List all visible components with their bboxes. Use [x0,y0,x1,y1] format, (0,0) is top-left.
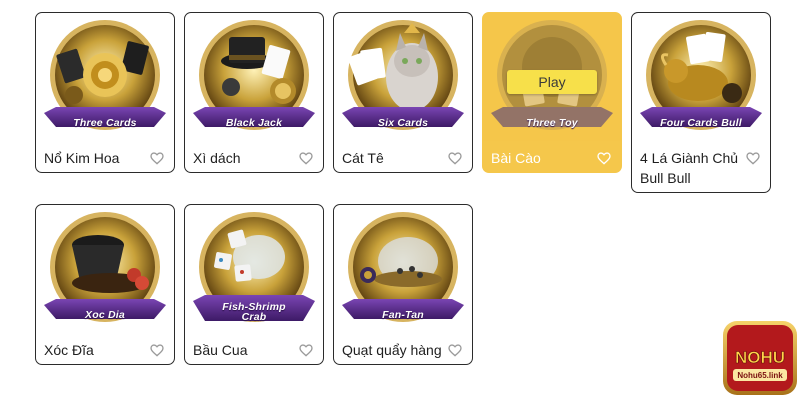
heart-outline-icon[interactable] [149,150,165,166]
game-thumbnail: Fish-Shrimp Crab [185,205,323,333]
game-thumbnail: Three Toy Play [483,13,621,141]
game-thumbnail: Xoc Dia [36,205,174,333]
game-ribbon-label: Four Cards Bull [660,117,742,129]
game-ribbon-label: Xoc Dia [85,309,125,321]
heart-outline-icon[interactable] [447,150,463,166]
logo-domain-text: Nohu65.link [737,371,783,380]
game-ribbon-label: Fan-Tan [382,309,424,321]
game-thumbnail: Six Cards [334,13,472,141]
game-title: Bài Cào [491,150,541,166]
game-ribbon-label: Three Toy [526,117,578,129]
game-thumbnail: Black Jack [185,13,323,141]
game-ribbon-label: Fish-Shrimp Crab [185,302,323,323]
game-card-fan-tan[interactable]: Fan-Tan Quạt quẩy hàng [333,204,473,365]
game-card-six-cards[interactable]: Six Cards Cát Tê [333,12,473,173]
brand-logo: NOHU Nohu65.link [721,319,799,397]
heart-outline-icon[interactable] [745,150,761,166]
game-title: 4 Lá Giành Chủ Bull Bull [640,150,739,186]
game-title: Xì dách [193,150,241,166]
game-title: Quạt quẩy hàng [342,342,442,358]
heart-outline-icon[interactable] [298,150,314,166]
ribbon-line-2: Crab [241,311,267,323]
heart-outline-icon[interactable] [596,150,612,166]
heart-outline-icon[interactable] [298,342,314,358]
game-thumbnail: Three Cards [36,13,174,141]
game-title: Nổ Kim Hoa [44,150,120,166]
game-title: Cát Tê [342,150,384,166]
game-ribbon-label: Six Cards [377,117,429,129]
logo-brand-text: NOHU [735,348,785,367]
game-thumbnail: Four Cards Bull [632,13,770,141]
game-title: Bầu Cua [193,342,248,358]
game-card-four-cards-bull[interactable]: Four Cards Bull 4 Lá Giành Chủ Bull Bull [631,12,771,193]
game-card-black-jack[interactable]: Black Jack Xì dách [184,12,324,173]
game-ribbon-label: Black Jack [225,117,283,129]
game-thumbnail: Fan-Tan [334,205,472,333]
game-card-three-cards[interactable]: Three Cards Nổ Kim Hoa [35,12,175,173]
heart-outline-icon[interactable] [447,342,463,358]
game-ribbon-label: Three Cards [73,117,137,129]
game-card-three-toy[interactable]: Three Toy Play Bài Cào [482,12,622,173]
play-button[interactable]: Play [507,70,597,94]
game-title: Xóc Đĩa [44,342,94,358]
heart-outline-icon[interactable] [149,342,165,358]
game-card-fish-shrimp-crab[interactable]: Fish-Shrimp Crab Bầu Cua [184,204,324,365]
game-card-xoc-dia[interactable]: Xoc Dia Xóc Đĩa [35,204,175,365]
